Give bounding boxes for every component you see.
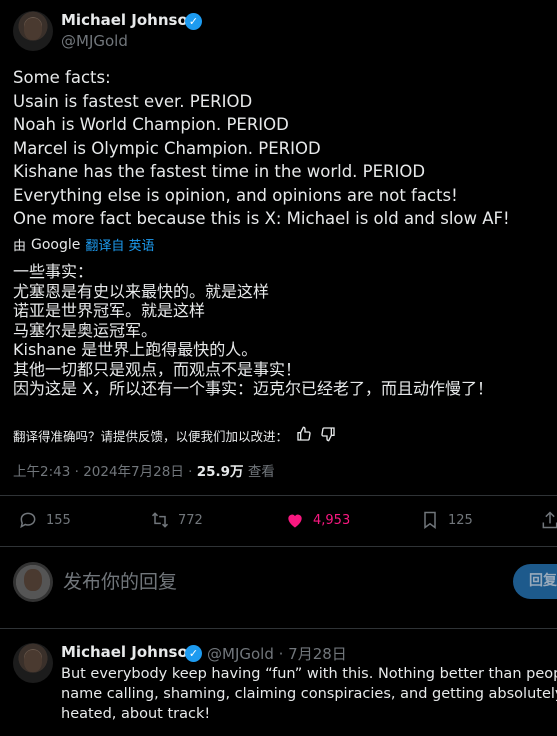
- tweet-line: Some facts:: [13, 68, 111, 87]
- reply-author-handle: @MJGold · 7月28日: [207, 643, 347, 664]
- tweet-line: Marcel is Olympic Champion. PERIOD: [13, 138, 321, 158]
- thumbs-down-icon[interactable]: [320, 426, 336, 445]
- share-icon: [542, 511, 557, 529]
- like-count: 4,953: [313, 512, 351, 528]
- tweet-line: Everything else is opinion, and opinions…: [13, 185, 458, 205]
- tweet-meta: 上午2:43 · 2024年7月28日 · 25.9万 查看: [13, 460, 275, 480]
- reply-icon: [20, 512, 36, 529]
- translation-line: 马塞尔是奥运冠军。: [13, 320, 158, 340]
- translated-by-label: 由: [13, 239, 27, 254]
- reply-date[interactable]: · 7月28日: [279, 645, 347, 663]
- view-count: 25.9万: [196, 464, 244, 480]
- share-action[interactable]: [540, 510, 557, 530]
- divider: [0, 546, 557, 547]
- divider: [0, 495, 557, 496]
- reply-line: name calling, shaming, claiming conspira…: [61, 686, 557, 702]
- bookmark-action[interactable]: 125: [420, 510, 473, 530]
- author-handle[interactable]: @MJGold: [61, 32, 128, 50]
- reply-handle[interactable]: @MJGold: [207, 645, 274, 663]
- google-logo: Google: [31, 236, 81, 253]
- reply-count: 155: [46, 512, 71, 528]
- like-action[interactable]: 4,953: [285, 510, 350, 530]
- translation-line: Kishane 是世界上跑得最快的人。: [13, 340, 258, 359]
- reply-body: But everybody keep having “fun” with thi…: [61, 664, 557, 724]
- author-avatar[interactable]: [13, 11, 53, 51]
- tweet-line: Usain is fastest ever. PERIOD: [13, 91, 253, 111]
- verified-badge-icon: ✓: [185, 13, 202, 30]
- heart-icon: [288, 514, 302, 528]
- translated-text: 一些事实： 尤塞恩是有史以来最快的。就是这样 诺亚是世界冠军。就是这样 马塞尔是…: [13, 262, 493, 399]
- reply-input[interactable]: 发布你的回复: [63, 567, 177, 594]
- translation-line: 诺亚是世界冠军。就是这样: [13, 301, 206, 320]
- tweet-line: Noah is World Champion. PERIOD: [13, 115, 289, 134]
- tweet-line: One more fact because this is X: Michael…: [13, 209, 510, 228]
- my-avatar[interactable]: [13, 562, 53, 602]
- reply-action[interactable]: 155: [18, 510, 71, 530]
- timestamp[interactable]: 上午2:43 · 2024年7月28日 ·: [13, 464, 192, 480]
- verified-badge-icon: ✓: [185, 645, 202, 662]
- bookmark-icon: [424, 511, 436, 529]
- views-label: 查看: [247, 464, 275, 480]
- repost-icon: [151, 512, 169, 528]
- tweet-line: Kishane has the fastest time in the worl…: [13, 162, 426, 181]
- repost-action[interactable]: 772: [150, 510, 203, 530]
- translation-line: 尤塞恩是有史以来最快的。就是这样: [13, 281, 270, 301]
- translation-line: 因为这是 X，所以还有一个事实：迈克尔已经老了，而且动作慢了！: [13, 379, 494, 398]
- translation-attribution: 由 Google 翻译自 英语: [13, 235, 155, 255]
- feedback-prompt: 翻译得准确吗？请提供反馈，以便我们加以改进：: [13, 429, 289, 444]
- reply-author-avatar[interactable]: [13, 643, 53, 683]
- translation-feedback: 翻译得准确吗？请提供反馈，以便我们加以改进：: [13, 426, 336, 445]
- author-name[interactable]: Michael Johnson: [61, 11, 198, 29]
- reply-line: But everybody keep having “fun” with thi…: [61, 666, 557, 682]
- divider: [0, 628, 557, 629]
- reply-button[interactable]: 回复: [513, 564, 557, 599]
- reply-line: heated, about track!: [61, 706, 211, 722]
- tweet-body: Some facts: Usain is fastest ever. PERIO…: [13, 66, 510, 231]
- repost-count: 772: [178, 512, 203, 528]
- thumbs-up-icon[interactable]: [296, 426, 312, 445]
- reply-author-name[interactable]: Michael Johnson: [61, 643, 198, 661]
- translation-line: 一些事实：: [13, 262, 94, 281]
- bookmark-count: 125: [448, 512, 473, 528]
- translated-from-link[interactable]: 翻译自 英语: [85, 235, 154, 254]
- translation-line: 其他一切都只是观点，而观点不是事实！: [13, 359, 302, 379]
